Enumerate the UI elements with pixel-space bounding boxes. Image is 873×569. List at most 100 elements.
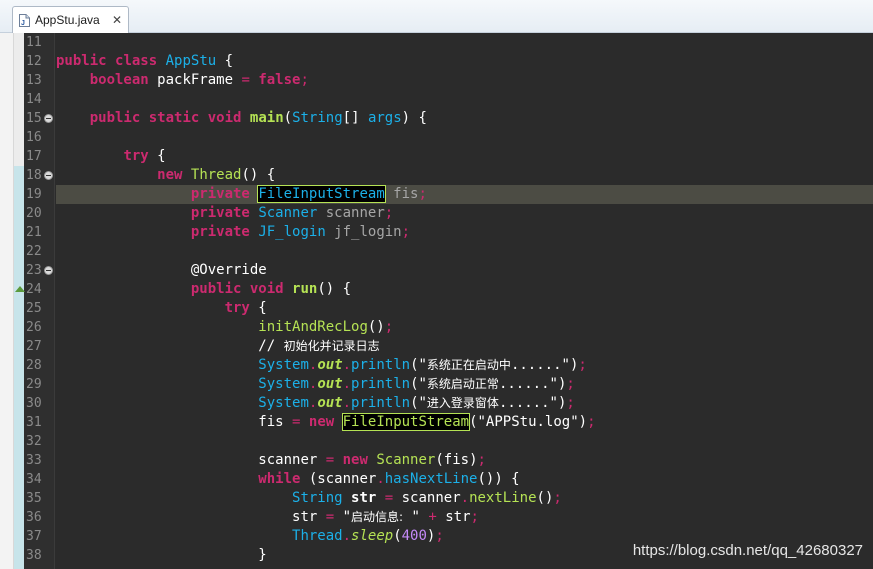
line-number: 17 bbox=[26, 149, 42, 164]
code-line[interactable]: new Thread() { bbox=[56, 166, 873, 185]
code-line[interactable]: private JF_login jf_login; bbox=[56, 223, 873, 242]
code-line[interactable]: System.out.println("系统启动正常......"); bbox=[56, 375, 873, 394]
close-tab-icon[interactable]: ✕ bbox=[112, 13, 122, 27]
code-line[interactable]: try { bbox=[56, 299, 873, 318]
code-line[interactable]: // 初始化并记录日志 bbox=[56, 337, 873, 356]
fold-collapse-icon[interactable] bbox=[44, 266, 53, 275]
string-literal: " bbox=[403, 509, 429, 525]
override-marker-icon bbox=[15, 286, 25, 292]
code-text: () bbox=[367, 319, 385, 335]
code-line[interactable]: public static void main(String[] args) { bbox=[56, 109, 873, 128]
code-line[interactable]: try { bbox=[56, 147, 873, 166]
code-text: { bbox=[148, 148, 166, 164]
line-number: 27 bbox=[26, 339, 42, 354]
line-number: 30 bbox=[26, 396, 42, 411]
number-literal: 400 bbox=[401, 528, 427, 544]
code-line[interactable]: scanner = new Scanner(fis); bbox=[56, 451, 873, 470]
line-number: 21 bbox=[26, 225, 42, 240]
line-number: 32 bbox=[26, 434, 42, 449]
tab-label: AppStu.java bbox=[35, 13, 100, 27]
line-number: 14 bbox=[26, 92, 42, 107]
line-number: 24 bbox=[26, 282, 42, 297]
code-line[interactable] bbox=[56, 90, 873, 109]
code-line[interactable]: initAndRecLog(); bbox=[56, 318, 873, 337]
class-name: Thread bbox=[292, 528, 343, 544]
code-line[interactable]: boolean packFrame = false; bbox=[56, 71, 873, 90]
code-line[interactable] bbox=[56, 242, 873, 261]
operator: . bbox=[342, 528, 352, 544]
code-editor[interactable]: public class AppStu { boolean packFrame … bbox=[0, 33, 873, 569]
class-name: Scanner bbox=[376, 452, 436, 468]
line-number: 25 bbox=[26, 301, 42, 316]
svg-text:J: J bbox=[21, 20, 25, 27]
code-text: ( bbox=[393, 528, 402, 544]
static-field: out bbox=[317, 376, 343, 392]
method-call: println bbox=[351, 376, 411, 392]
local-variable: str bbox=[351, 490, 377, 506]
keyword: private bbox=[190, 186, 250, 202]
ruler-mark bbox=[14, 204, 24, 223]
class-name: Thread bbox=[190, 167, 242, 183]
code-text: scanner bbox=[393, 490, 461, 506]
editor-left-margin bbox=[0, 33, 14, 569]
code-line[interactable]: str = "启动信息: " + str; bbox=[56, 508, 873, 527]
string-literal: " bbox=[334, 509, 352, 525]
code-line[interactable]: System.out.println("系统正在启动中......"); bbox=[56, 356, 873, 375]
fold-collapse-icon[interactable] bbox=[44, 114, 53, 123]
code-text: fis bbox=[258, 414, 293, 430]
line-number: 34 bbox=[26, 472, 42, 487]
code-line[interactable]: public class AppStu { bbox=[56, 52, 873, 71]
code-line[interactable]: System.out.println("进入登录窗体......"); bbox=[56, 394, 873, 413]
string-literal: ......") bbox=[498, 376, 567, 392]
code-text: ) { bbox=[401, 110, 427, 126]
class-name: System bbox=[258, 376, 309, 392]
keyword: new bbox=[308, 414, 335, 430]
operator: . bbox=[342, 357, 352, 373]
code-text: { bbox=[249, 300, 267, 316]
tab-appstu-java[interactable]: J AppStu.java ✕ bbox=[12, 6, 129, 33]
keyword: public bbox=[89, 110, 141, 126]
keyword: new bbox=[157, 167, 183, 183]
code-line[interactable]: @Override bbox=[56, 261, 873, 280]
code-line[interactable] bbox=[56, 33, 873, 52]
code-line[interactable]: public void run() { bbox=[56, 280, 873, 299]
operator: + bbox=[428, 509, 437, 525]
fold-collapse-icon[interactable] bbox=[44, 171, 53, 180]
overview-ruler bbox=[14, 33, 24, 569]
string-literal: ......") bbox=[510, 357, 579, 373]
line-number: 13 bbox=[26, 73, 42, 88]
operator: . bbox=[342, 395, 352, 411]
code-text: scanner bbox=[317, 205, 385, 221]
code-line[interactable]: while (scanner.hasNextLine()) { bbox=[56, 470, 873, 489]
semicolon: ; bbox=[566, 395, 575, 411]
code-text: () { bbox=[241, 167, 276, 183]
operator: . bbox=[342, 376, 352, 392]
code-line[interactable]: fis = new FileInputStream("APPStu.log"); bbox=[56, 413, 873, 432]
code-line[interactable]: String str = scanner.nextLine(); bbox=[56, 489, 873, 508]
semicolon: ; bbox=[587, 414, 596, 430]
operator: . bbox=[376, 471, 385, 487]
method-name: run bbox=[292, 281, 318, 297]
class-name: AppStu bbox=[165, 53, 217, 69]
line-number: 31 bbox=[26, 415, 42, 430]
code-line[interactable] bbox=[56, 432, 873, 451]
static-method-call: sleep bbox=[351, 528, 394, 544]
operator: = bbox=[384, 490, 394, 506]
code-line[interactable] bbox=[56, 128, 873, 147]
class-name: String bbox=[292, 490, 343, 506]
string-literal: (" bbox=[410, 395, 427, 411]
keyword: public bbox=[190, 281, 242, 297]
line-number: 12 bbox=[26, 54, 42, 69]
current-code-line[interactable]: private FileInputStream fis; bbox=[56, 185, 873, 204]
string-literal: 启动信息: bbox=[351, 510, 404, 524]
keyword: new bbox=[342, 452, 368, 468]
code-text: () bbox=[536, 490, 554, 506]
code-line[interactable]: private Scanner scanner; bbox=[56, 204, 873, 223]
class-name: FileInputStream bbox=[257, 185, 386, 203]
code-area[interactable]: public class AppStu { boolean packFrame … bbox=[56, 33, 873, 569]
